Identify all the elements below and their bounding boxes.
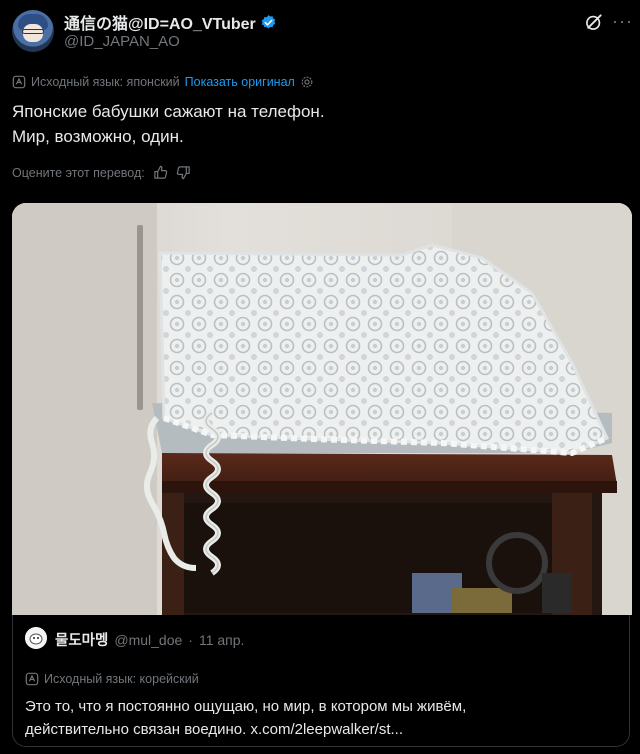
thumbs-up-icon[interactable] (153, 165, 168, 180)
tweet-line-2: Мир, возможно, один. (12, 127, 184, 146)
gear-icon[interactable] (300, 75, 314, 89)
quote-translation-bar: Исходный язык: корейский (25, 672, 199, 686)
rate-prompt: Оцените этот перевод: (12, 165, 145, 180)
post: 通信の猫@ID=AO_VTuber @ID_JAPAN_AO ··· Исход… (0, 0, 640, 754)
author-display-name[interactable]: 通信の猫@ID=AO_VTuber (64, 10, 256, 34)
quote-date[interactable]: 11 апр. (199, 632, 244, 648)
grok-icon[interactable] (584, 12, 604, 32)
more-options-icon[interactable]: ··· (612, 12, 633, 30)
photo-telephone-lace (12, 203, 632, 615)
tweet-text: Японские бабушки сажают на телефон. Мир,… (12, 99, 325, 149)
tweet-photo[interactable] (12, 203, 632, 615)
rate-translation: Оцените этот перевод: (12, 165, 191, 180)
quote-source-language: Исходный язык: корейский (44, 672, 199, 686)
show-original-link[interactable]: Показать оригинал (185, 75, 295, 89)
quote-line-1: Это то, что я постоянно ощущаю, но мир, … (25, 698, 467, 715)
quote-separator: · (188, 632, 193, 648)
author-avatar[interactable] (12, 10, 54, 52)
source-language: Исходный язык: японский (31, 75, 180, 89)
quote-text: Это то, что я постоянно ощущаю, но мир, … (25, 695, 466, 741)
tweet-line-1: Японские бабушки сажают на телефон. (12, 102, 325, 121)
author-name[interactable]: 通信の猫@ID=AO_VTuber (64, 10, 277, 34)
thumbs-down-icon[interactable] (176, 165, 191, 180)
translate-icon (25, 672, 39, 686)
quote-handle[interactable]: @mul_doe (114, 632, 182, 648)
quote-display-name[interactable]: 물도마멩 (55, 629, 108, 650)
quote-avatar[interactable] (25, 627, 47, 649)
translate-icon (12, 75, 26, 89)
author-handle[interactable]: @ID_JAPAN_AO (64, 33, 180, 50)
verified-badge-icon (261, 14, 276, 28)
translation-bar: Исходный язык: японский Показать оригина… (12, 75, 314, 89)
quoted-post[interactable]: 물도마멩 @mul_doe · 11 апр. Исходный язык: к… (12, 615, 630, 747)
quote-line-2: действительно связан воедино. x.com/2lee… (25, 721, 403, 738)
quote-author[interactable]: 물도마멩 @mul_doe · 11 апр. (55, 629, 244, 650)
